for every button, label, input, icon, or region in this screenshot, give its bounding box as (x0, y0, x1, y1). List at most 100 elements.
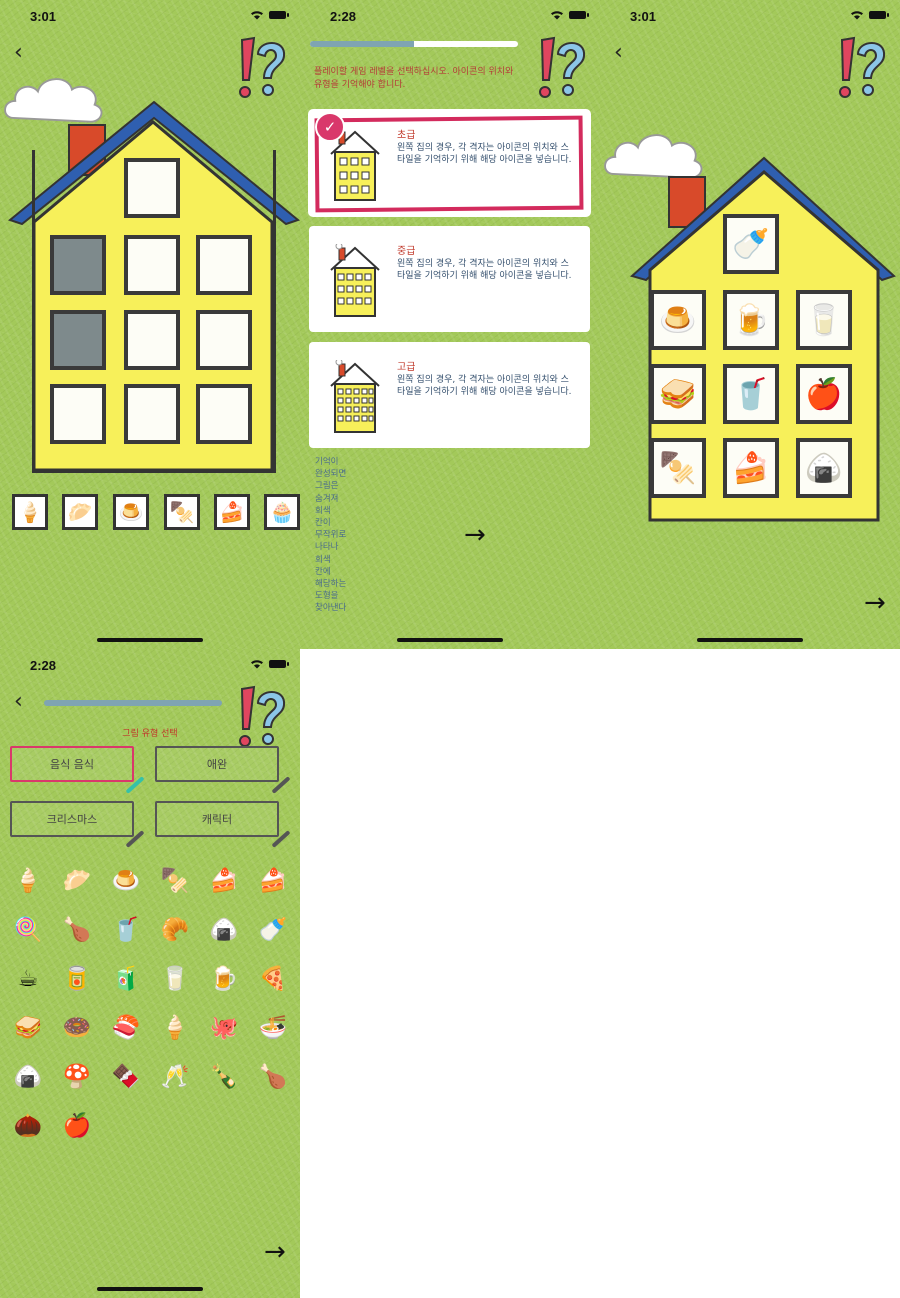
grid-cell[interactable] (124, 310, 180, 370)
grid-cell[interactable] (124, 158, 180, 218)
octopus-icon[interactable]: 🐙 (208, 1012, 240, 1044)
grid-cell-cake-icon[interactable]: 🍰 (723, 438, 779, 498)
next-arrow-icon[interactable]: → (264, 1239, 286, 1265)
pizza-icon[interactable]: 🍕 (257, 963, 289, 995)
cake-icon[interactable]: 🍰 (208, 865, 240, 897)
grid-cell-beer-icon[interactable]: 🍺 (723, 290, 779, 350)
milk-carton-icon[interactable]: 🥛 (159, 963, 191, 995)
grid-cell-pudding-icon[interactable]: 🍮 (650, 290, 706, 350)
back-icon[interactable]: ‹ (14, 42, 23, 64)
grid-cell-milk-carton-icon[interactable]: 🥛 (796, 290, 852, 350)
rules-line: 찾아낸다 (315, 603, 347, 614)
level-card-advanced[interactable]: 고급 왼쪽 집의 경우, 각 격자는 아이콘의 위치와 스타일을 기억하기 위해… (309, 342, 590, 448)
soda-can-icon[interactable]: 🥫 (61, 963, 93, 995)
coffee-cup-icon[interactable]: ☕ (12, 963, 44, 995)
sandwich-icon[interactable]: 🥪 (12, 1012, 44, 1044)
cake-slice-icon[interactable]: 🍰 (257, 865, 289, 897)
drumstick-icon[interactable]: 🍗 (61, 914, 93, 946)
tray-bun-icon[interactable]: 🥟 (62, 494, 98, 530)
hint-icon[interactable] (834, 36, 888, 104)
screen-picture-type: 2:28 ‹ 그림 유형 선택 음식 음식 애완 크리스마스 캐릭터 🍦 🥟 🍮 🍢 🍰… (0, 649, 300, 1298)
screen-level-select: 2:28 플레이할 게임 레벨을 선택하십시오. 아이콘의 위치와 유형을 기억… (300, 0, 600, 649)
sushi-icon[interactable]: 🍣 (110, 1012, 142, 1044)
hint-icon[interactable] (234, 36, 288, 104)
skewer-icon[interactable]: 🍢 (159, 865, 191, 897)
grid-cell-rice-dumpling-icon[interactable]: 🍙 (796, 438, 852, 498)
wine-bottle-icon[interactable]: 🍾 (208, 1061, 240, 1093)
pinecone-icon[interactable]: 🌰 (12, 1110, 44, 1142)
grid-cell-skewer-icon[interactable]: 🍢 (650, 438, 706, 498)
onigiri-icon[interactable]: 🍙 (208, 914, 240, 946)
bun-icon[interactable]: 🥟 (61, 865, 93, 897)
noodle-bowl-icon[interactable]: 🍜 (257, 1012, 289, 1044)
roll-cake-icon[interactable]: 🥐 (159, 914, 191, 946)
rules-line: 도형을 (315, 591, 339, 602)
grid-cell-milk-bottle-icon[interactable]: 🍼 (723, 214, 779, 274)
back-icon[interactable]: ‹ (614, 42, 623, 64)
home-indicator[interactable] (397, 638, 503, 642)
tray-cake-icon[interactable]: 🍰 (214, 494, 250, 530)
rules-line: 칸에 (315, 566, 331, 577)
category-christmas-button[interactable]: 크리스마스 (10, 801, 134, 837)
ice-cream-cone-icon[interactable]: 🍦 (12, 865, 44, 897)
wifi-icon (251, 660, 263, 669)
grid-cell-iced-drink-icon[interactable]: 🥤 (723, 364, 779, 424)
grid-cell-hidden[interactable] (50, 310, 106, 370)
level-title: 고급 (397, 362, 416, 373)
status-icons (250, 659, 289, 669)
rules-line: 완성되면 (315, 469, 347, 480)
lollipop-icon[interactable]: 🍭 (12, 914, 44, 946)
milk-bottle-icon[interactable]: 🍼 (257, 914, 289, 946)
grid-cell-apple-icon[interactable]: 🍎 (796, 364, 852, 424)
iced-drink-icon[interactable]: 🥤 (110, 914, 142, 946)
hint-icon[interactable] (234, 685, 288, 753)
progress-bar (44, 700, 222, 706)
level-card-intermediate[interactable]: 중급 왼쪽 집의 경우, 각 격자는 아이콘의 위치와 스타일을 기억하기 위해… (309, 226, 590, 332)
rules-line: 무작위로 (315, 530, 347, 541)
grid-cell[interactable] (124, 235, 180, 295)
tray-cake-slice-icon[interactable]: 🧁 (264, 494, 300, 530)
category-character-button[interactable]: 캐릭터 (155, 801, 279, 837)
level-title: 초급 (397, 130, 416, 141)
tray-pudding-icon[interactable]: 🍮 (113, 494, 149, 530)
grid-cell[interactable] (196, 384, 252, 444)
apple-icon[interactable]: 🍎 (61, 1110, 93, 1142)
battery-icon (869, 11, 889, 19)
grid-cell[interactable] (196, 235, 252, 295)
pudding-icon[interactable]: 🍮 (110, 865, 142, 897)
section-title: 그림 유형 선택 (122, 729, 178, 739)
beer-icon[interactable]: 🍺 (208, 963, 240, 995)
grid-cell[interactable] (50, 384, 106, 444)
grid-cell-sandwich-icon[interactable]: 🥪 (650, 364, 706, 424)
home-indicator[interactable] (97, 1287, 203, 1291)
next-arrow-icon[interactable]: → (464, 522, 486, 548)
back-icon[interactable]: ‹ (14, 691, 23, 713)
grid-cell[interactable] (196, 310, 252, 370)
home-indicator[interactable] (697, 638, 803, 642)
category-food-button[interactable]: 음식 음식 (10, 746, 134, 782)
soft-serve-icon[interactable]: 🍦 (159, 1012, 191, 1044)
rules-line: 해당하는 (315, 579, 347, 590)
rules-line: 회색 (315, 554, 331, 565)
level-card-beginner[interactable]: ✓ 초급 왼쪽 집의 경우, 각 격자는 아이콘의 위치와 스타일을 기억하기 … (309, 110, 590, 216)
next-arrow-icon[interactable]: → (864, 590, 886, 616)
status-time: 2:28 (330, 9, 357, 24)
mushroom-icon[interactable]: 🍄 (61, 1061, 93, 1093)
donut-icon[interactable]: 🍩 (61, 1012, 93, 1044)
home-indicator[interactable] (97, 638, 203, 642)
status-time: 3:01 (30, 9, 57, 24)
wine-glasses-icon[interactable]: 🥂 (159, 1061, 191, 1093)
grid-cell-hidden[interactable] (50, 235, 106, 295)
status-icons (850, 10, 889, 20)
hint-icon[interactable] (534, 36, 588, 104)
popsicle-icon[interactable]: 🍫 (110, 1061, 142, 1093)
roast-chicken-icon[interactable]: 🍗 (257, 1061, 289, 1093)
level-title: 중급 (397, 246, 416, 257)
tray-skewer-icon[interactable]: 🍢 (164, 494, 200, 530)
tray-ice-cream-icon[interactable]: 🍦 (12, 494, 48, 530)
category-pet-button[interactable]: 애완 (155, 746, 279, 782)
instruction-text: 플레이할 게임 레벨을 선택하십시오. 아이콘의 위치와 유형을 기억해야 합니… (314, 67, 514, 90)
juice-box-icon[interactable]: 🧃 (110, 963, 142, 995)
rice-dumpling-icon[interactable]: 🍙 (12, 1061, 44, 1093)
grid-cell[interactable] (124, 384, 180, 444)
